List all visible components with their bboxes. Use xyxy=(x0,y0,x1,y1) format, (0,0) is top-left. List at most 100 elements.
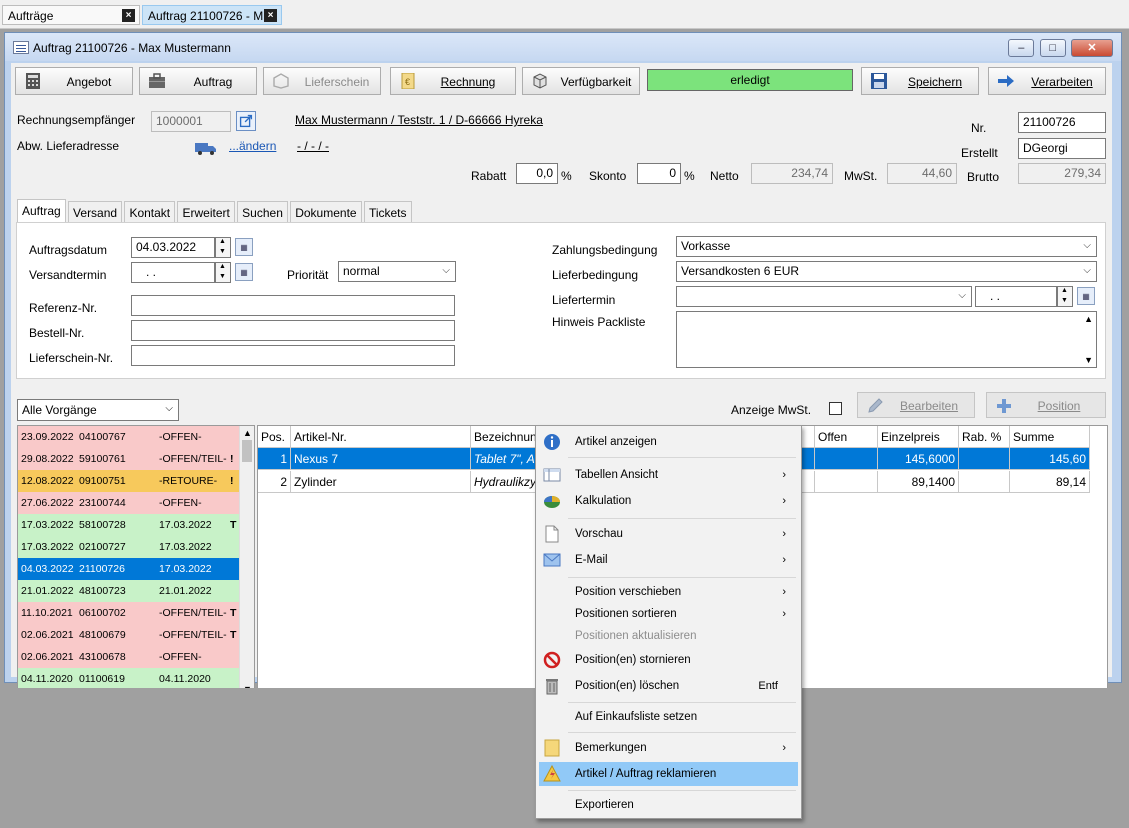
menu-artikel-anzeigen[interactable]: Artikel anzeigen xyxy=(539,430,798,454)
tab-dokumente[interactable]: Dokumente xyxy=(290,201,362,224)
list-scrollbar[interactable]: ▲ ▼ xyxy=(239,426,254,696)
list-item[interactable]: 12.08.2022 09100751 -RETOURE-! xyxy=(18,470,240,492)
list-item[interactable]: 27.06.2022 23100744 -OFFEN- xyxy=(18,492,240,514)
close-tab-icon[interactable]: × xyxy=(264,9,277,22)
rechnung-button[interactable]: € Rechnung xyxy=(390,67,516,95)
menu-positionen-sortieren[interactable]: Positionen sortieren › xyxy=(539,602,798,626)
list-item[interactable]: 17.03.2022 02100727 17.03.2022 xyxy=(18,536,240,558)
table-cell-offen[interactable] xyxy=(815,448,878,470)
list-item[interactable]: 04.03.2022 21100726 17.03.2022 xyxy=(18,558,240,580)
menu-kalkulation[interactable]: Kalkulation › xyxy=(539,489,798,513)
table-cell-einzelpreis[interactable]: 145,6000 xyxy=(878,448,959,470)
tab-tickets[interactable]: Tickets xyxy=(363,201,412,224)
abw-address-value[interactable]: - / - / - xyxy=(297,139,329,153)
table-cell-einzelpreis[interactable]: 89,1400 xyxy=(878,471,959,493)
menu-positionen-aktualisieren[interactable]: Positionen aktualisieren xyxy=(539,624,798,648)
menu-email[interactable]: E-Mail › xyxy=(539,548,798,572)
list-item[interactable]: 02.06.2021 48100679 -OFFEN/TEIL- T xyxy=(18,624,240,646)
menu-position-stornieren[interactable]: Position(en) stornieren xyxy=(539,648,798,672)
angebot-button[interactable]: Angebot xyxy=(15,67,133,95)
skonto-field[interactable]: 0 xyxy=(637,163,681,184)
table-cell-pos[interactable]: 2 xyxy=(258,471,291,493)
order-number-field[interactable]: 21100726 xyxy=(1018,112,1106,133)
menu-position-loeschen[interactable]: Position(en) löschen Entf xyxy=(539,674,798,698)
doc-tab-auftraege[interactable]: Aufträge × xyxy=(2,5,140,25)
versandtermin-spinner[interactable] xyxy=(215,262,231,283)
close-button[interactable]: ✕ xyxy=(1071,39,1113,57)
position-button[interactable]: Position xyxy=(986,392,1106,418)
zahlungsbedingung-select[interactable]: Vorkasse ⌵ xyxy=(676,236,1097,257)
verfuegbarkeit-button[interactable]: Verfügbarkeit xyxy=(522,67,640,95)
table-cell-summe[interactable]: 89,14 xyxy=(1010,471,1090,493)
menu-bemerkungen[interactable]: Bemerkungen › xyxy=(539,736,798,760)
customer-address-link[interactable]: Max Mustermann / Teststr. 1 / D-66666 Hy… xyxy=(295,113,543,127)
scrollbar-thumb[interactable] xyxy=(242,440,252,462)
menu-vorschau[interactable]: Vorschau › xyxy=(539,522,798,546)
calendar-icon[interactable]: ▦ xyxy=(1077,287,1095,305)
verarbeiten-button[interactable]: Verarbeiten xyxy=(988,67,1106,95)
scroll-down-icon[interactable]: ▼ xyxy=(1084,355,1093,365)
calendar-icon[interactable]: ▦ xyxy=(235,263,253,281)
speichern-button[interactable]: Speichern xyxy=(861,67,979,95)
referenz-field[interactable] xyxy=(131,295,455,316)
doc-tab-auftrag[interactable]: Auftrag 21100726 - M × xyxy=(142,5,282,25)
menu-exportieren[interactable]: Exportieren xyxy=(539,793,798,817)
minimize-button[interactable]: – xyxy=(1008,39,1035,57)
anzeige-mwst-checkbox[interactable] xyxy=(829,402,842,415)
list-item[interactable]: 04.11.2020 01100619 04.11.2020 xyxy=(18,668,240,690)
lieferbedingung-select[interactable]: Versandkosten 6 EUR ⌵ xyxy=(676,261,1097,282)
table-cell-rabatt[interactable] xyxy=(959,471,1010,493)
menu-tabellen-ansicht[interactable]: Tabellen Ansicht › xyxy=(539,463,798,487)
maximize-button[interactable]: □ xyxy=(1039,39,1066,57)
auftragsdatum-spinner[interactable] xyxy=(215,237,231,258)
open-customer-icon[interactable] xyxy=(236,111,256,131)
versandtermin-field[interactable]: . . xyxy=(131,262,215,283)
customer-number-field[interactable]: 1000001 xyxy=(151,111,231,132)
column-header-summe[interactable]: Summe xyxy=(1010,426,1090,448)
column-header-artikel-nr[interactable]: Artikel-Nr. xyxy=(291,426,471,448)
liefertermin-date-field[interactable]: . . xyxy=(975,286,1057,307)
auftragsdatum-field[interactable]: 04.03.2022 xyxy=(131,237,215,258)
list-item[interactable]: 29.08.2022 59100761 -OFFEN/TEIL-! xyxy=(18,448,240,470)
tab-suchen[interactable]: Suchen xyxy=(237,201,288,224)
scroll-up-icon[interactable]: ▲ xyxy=(243,428,252,438)
tab-auftrag[interactable]: Auftrag xyxy=(17,199,66,224)
menu-position-verschieben[interactable]: Position verschieben › xyxy=(539,580,798,604)
menu-einkaufsliste[interactable]: Auf Einkaufsliste setzen xyxy=(539,705,798,729)
table-cell-summe[interactable]: 145,60 xyxy=(1010,448,1090,470)
lieferschein-nr-field[interactable] xyxy=(131,345,455,366)
list-item[interactable]: 11.10.2021 06100702 -OFFEN/TEIL- T xyxy=(18,602,240,624)
scroll-up-icon[interactable]: ▲ xyxy=(1084,314,1093,324)
list-item[interactable]: 02.06.2021 43100678 -OFFEN- xyxy=(18,646,240,668)
prioritaet-select[interactable]: normal ⌵ xyxy=(338,261,456,282)
liefertermin-spinner[interactable] xyxy=(1057,286,1073,307)
tab-erweitert[interactable]: Erweitert xyxy=(177,201,235,224)
list-item[interactable]: 23.09.2022 04100767 -OFFEN- xyxy=(18,426,240,448)
column-header-einzelpreis[interactable]: Einzelpreis xyxy=(878,426,959,448)
created-by-field[interactable]: DGeorgi xyxy=(1018,138,1106,159)
menu-reklamieren[interactable]: Artikel / Auftrag reklamieren xyxy=(539,762,798,786)
calendar-icon[interactable]: ▦ xyxy=(235,238,253,256)
auftrag-button[interactable]: Auftrag xyxy=(139,67,257,95)
tab-kontakt[interactable]: Kontakt xyxy=(124,201,176,224)
bearbeiten-button[interactable]: Bearbeiten xyxy=(857,392,975,418)
column-header-rabatt[interactable]: Rab. % xyxy=(959,426,1010,448)
list-item[interactable]: 17.03.2022 58100728 17.03.2022 T xyxy=(18,514,240,536)
hinweis-packliste-textarea[interactable]: ▲ ▼ xyxy=(676,311,1097,368)
table-cell-pos[interactable]: 1 xyxy=(258,448,291,470)
table-cell-artikel-nr[interactable]: Nexus 7 xyxy=(291,448,471,470)
table-cell-rabatt[interactable] xyxy=(959,448,1010,470)
lieferschein-button[interactable]: Lieferschein xyxy=(263,67,381,95)
column-header-pos[interactable]: Pos. xyxy=(258,426,291,448)
bestell-field[interactable] xyxy=(131,320,455,341)
liefertermin-select[interactable]: ⌵ xyxy=(676,286,972,307)
tab-versand[interactable]: Versand xyxy=(68,201,123,224)
rabatt-field[interactable]: 0,0 xyxy=(516,163,558,184)
close-tab-icon[interactable]: × xyxy=(122,9,135,22)
list-item[interactable]: 21.01.2022 48100723 21.01.2022 xyxy=(18,580,240,602)
vorgaenge-filter-select[interactable]: Alle Vorgänge ⌵ xyxy=(17,399,179,421)
table-cell-offen[interactable] xyxy=(815,471,878,493)
column-header-offen[interactable]: Offen xyxy=(815,426,878,448)
table-cell-artikel-nr[interactable]: Zylinder xyxy=(291,471,471,493)
aendern-link[interactable]: ...ändern xyxy=(229,139,276,153)
